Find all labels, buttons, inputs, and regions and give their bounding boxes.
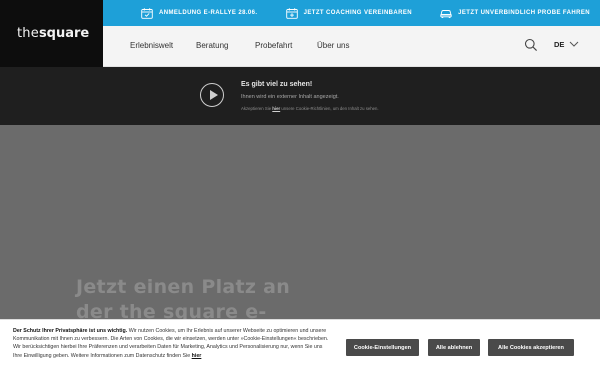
nav-item-beratung[interactable]: Beratung — [196, 41, 228, 50]
logo-text-bold: square — [38, 26, 90, 41]
promo-coaching-label: Jetzt Coaching vereinbaren — [303, 10, 413, 16]
page: the square Anmeldung E-Rallye 28.06. — [0, 0, 600, 375]
main-nav: Erlebniswelt Beratung Probefahrt Über un… — [103, 26, 600, 67]
nav-item-probefahrt[interactable]: Probefahrt — [255, 41, 292, 50]
cookie-banner: Der Schutz Ihrer Privatsphäre ist uns wi… — [0, 319, 600, 375]
blocked-note: Akzeptieren Sie hier unsere Cookie-Richt… — [241, 106, 379, 111]
accept-all-button[interactable]: Alle Cookies akzeptieren — [488, 339, 574, 356]
chevron-down-icon[interactable] — [569, 40, 579, 48]
blocked-subtitle: Ihnen wird ein externer Inhalt angezeigt… — [241, 94, 339, 100]
calendar-add-icon — [285, 7, 298, 19]
calendar-icon — [141, 7, 153, 19]
logo[interactable]: the square — [0, 0, 103, 67]
promo-testdrive-label: Jetzt unverbindlich Probe fahren — [458, 10, 590, 16]
promo-bar: Anmeldung E-Rallye 28.06. Jetzt Coaching… — [103, 0, 600, 26]
promo-coaching-link[interactable]: Jetzt Coaching vereinbaren — [285, 7, 413, 19]
cookie-heading: Der Schutz Ihrer Privatsphäre ist uns wi… — [13, 328, 128, 334]
blocked-note-suffix: unsere Cookie-Richtlinien, um den Inhalt… — [281, 106, 379, 111]
hero-heading-line1: Jetzt einen Platz an — [76, 276, 291, 298]
promo-rallye-link[interactable]: Anmeldung E-Rallye 28.06. — [141, 7, 258, 19]
nav-item-ueber-uns[interactable]: Über uns — [317, 41, 349, 50]
blocked-title: Es gibt viel zu sehen! — [241, 81, 313, 88]
cookie-settings-button[interactable]: Cookie-Einstellungen — [346, 339, 419, 356]
car-icon — [440, 9, 452, 18]
blocked-note-prefix: Akzeptieren Sie — [241, 106, 273, 111]
search-icon[interactable] — [524, 38, 538, 52]
logo-text-thin: the — [17, 26, 39, 41]
cookie-privacy-link[interactable]: hier — [192, 353, 202, 359]
play-icon[interactable] — [200, 83, 224, 107]
nav-item-erlebniswelt[interactable]: Erlebniswelt — [130, 41, 173, 50]
cookie-text: Der Schutz Ihrer Privatsphäre ist uns wi… — [13, 327, 333, 360]
promo-testdrive-link[interactable]: Jetzt unverbindlich Probe fahren — [440, 8, 590, 19]
language-selector[interactable]: DE — [554, 40, 564, 49]
promo-rallye-label: Anmeldung E-Rallye 28.06. — [159, 10, 258, 16]
external-content-placeholder: Es gibt viel zu sehen! Ihnen wird ein ex… — [0, 67, 600, 125]
blocked-note-link[interactable]: hier — [272, 106, 280, 111]
reject-all-button[interactable]: Alle ablehnen — [428, 339, 480, 356]
